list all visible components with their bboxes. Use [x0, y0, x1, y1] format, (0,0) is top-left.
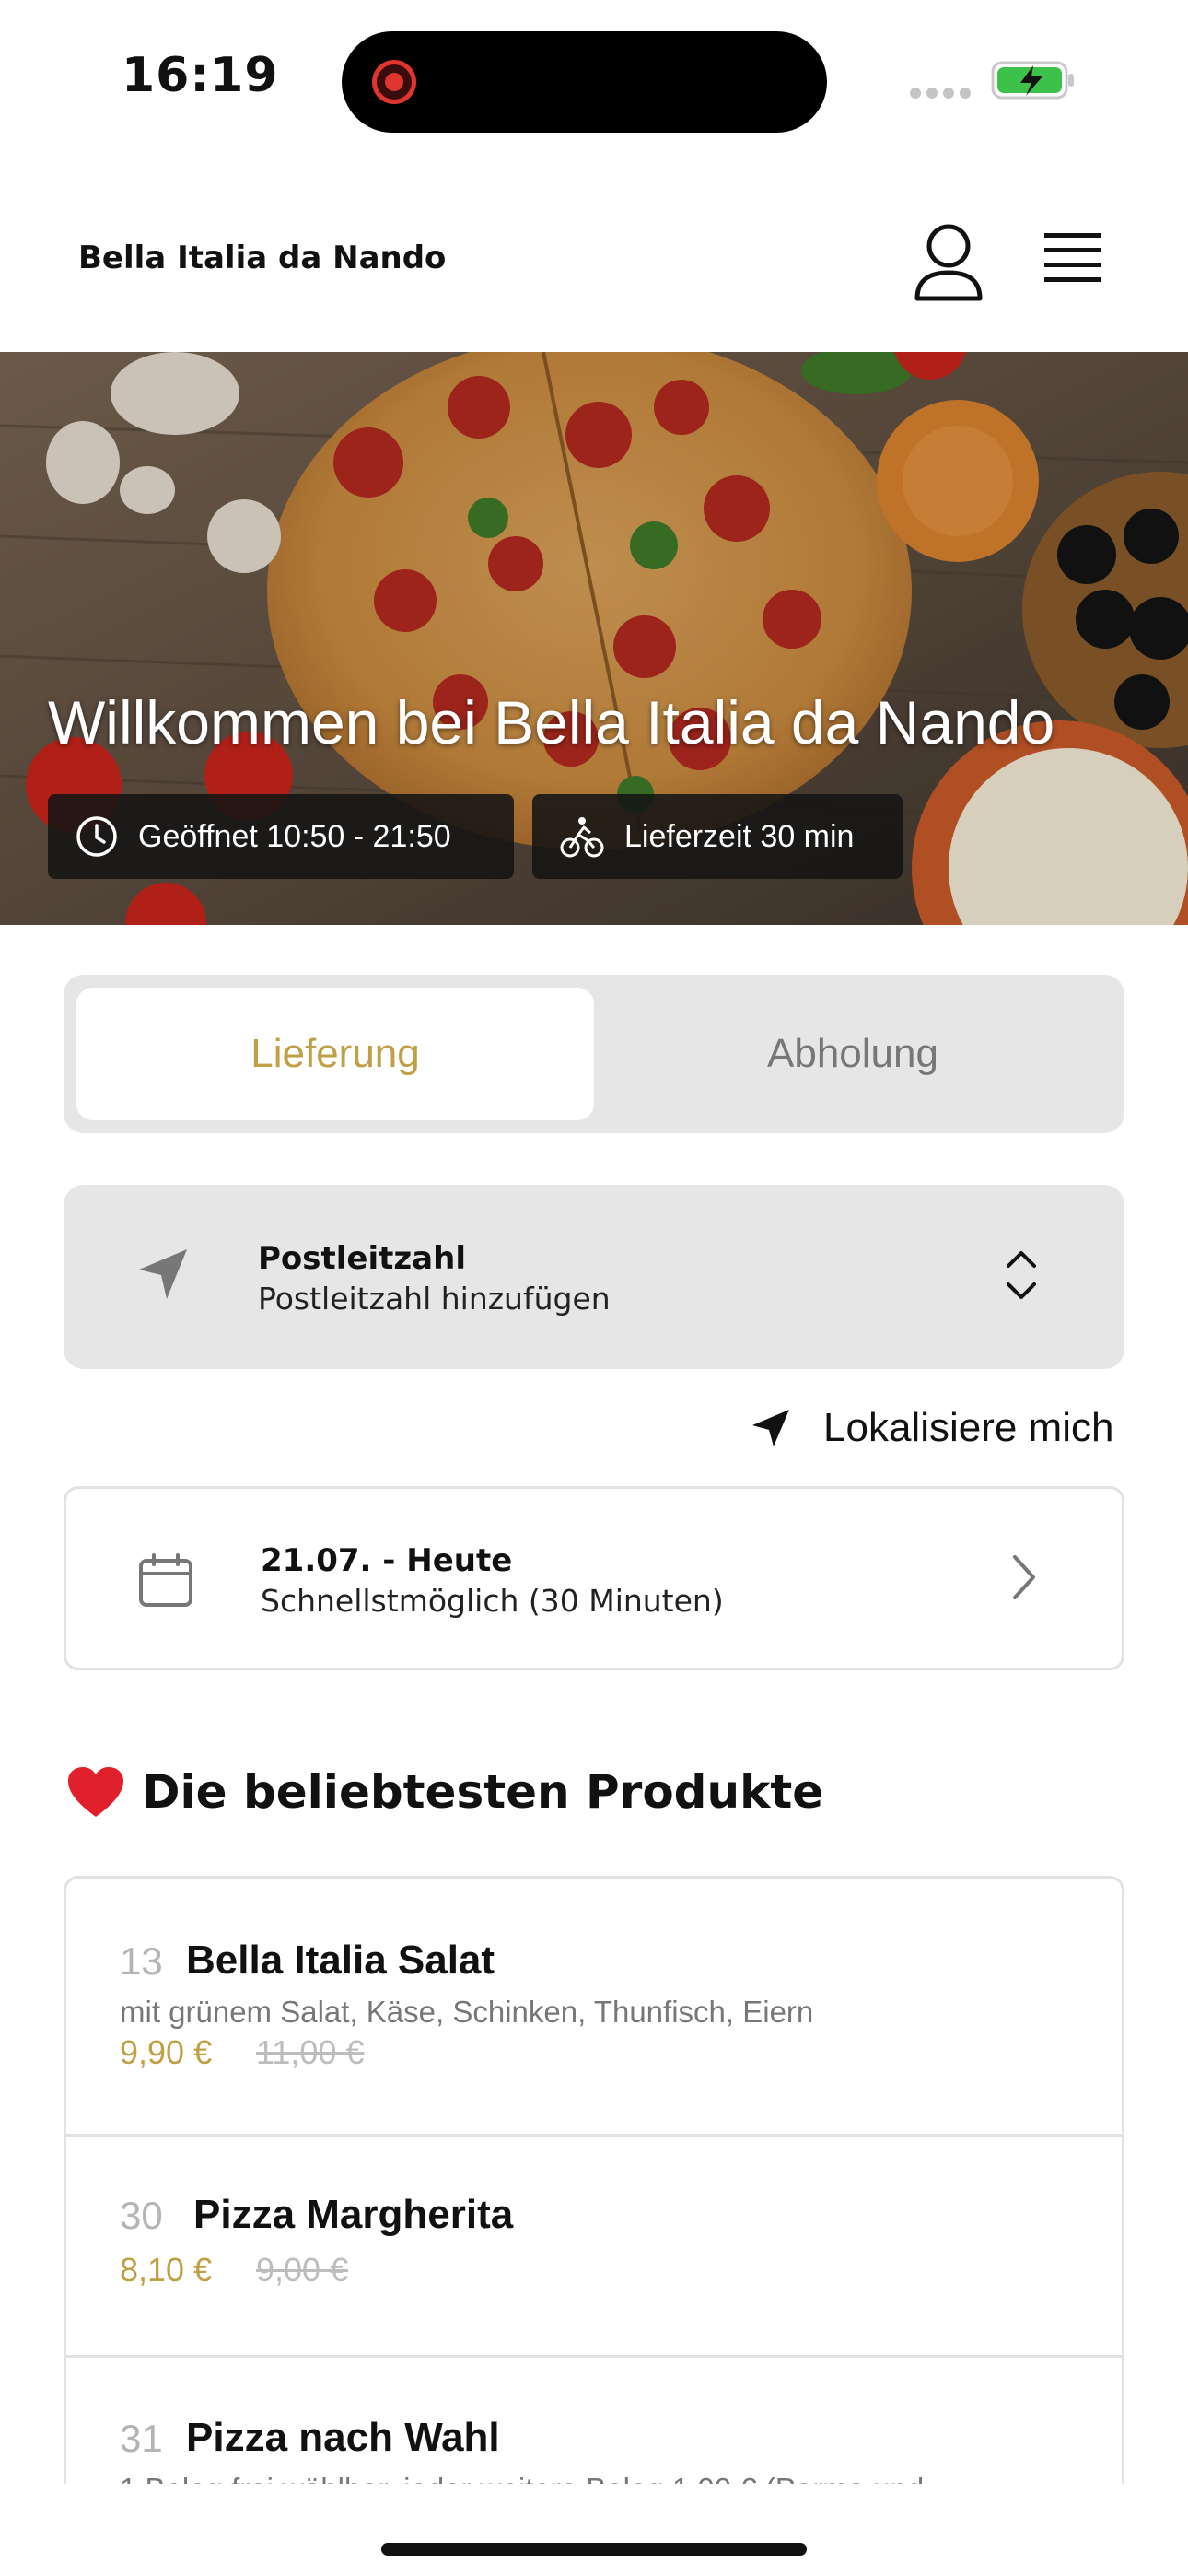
hero-banner: Willkommen bei Bella Italia da Nando Geö…: [0, 352, 1188, 925]
home-indicator[interactable]: [381, 2543, 807, 2556]
product-description: mit grünem Salat, Käse, Schinken, Thunfi…: [120, 1995, 814, 2029]
navigation-arrow-icon: [752, 1410, 789, 1446]
product-name: Bella Italia Salat: [186, 1938, 495, 1983]
postcode-input[interactable]: Postleitzahl hinzufügen: [258, 1281, 611, 1317]
order-mode-toggle: Lieferung Abholung: [64, 975, 1124, 1133]
chevron-up-down-icon: [1007, 1251, 1036, 1299]
opening-hours-text: Geöffnet 10:50 - 21:50: [138, 818, 451, 854]
postcode-label: Postleitzahl: [258, 1240, 466, 1277]
signal-icon: [910, 85, 976, 102]
recording-indicator-icon: [372, 60, 416, 104]
date-subtitle: Schnellstmöglich (30 Minuten): [261, 1583, 724, 1619]
popular-products-heading: Die beliebtesten Produkte: [66, 1765, 823, 1819]
status-bar: 16:19: [0, 0, 1188, 166]
app-header: Bella Italia da Nando: [0, 166, 1188, 350]
opening-hours-badge: Geöffnet 10:50 - 21:50: [48, 794, 514, 879]
locate-me-label: Lokalisiere mich: [823, 1405, 1114, 1450]
delivery-date-selector[interactable]: 21.07. - Heute Schnellstmöglich (30 Minu…: [64, 1486, 1124, 1670]
tab-delivery[interactable]: Lieferung: [76, 988, 594, 1120]
product-number: 31: [120, 2417, 163, 2460]
clock-icon: [76, 816, 117, 857]
restaurant-name[interactable]: Bella Italia da Nando: [78, 240, 446, 276]
location-arrow-icon: [139, 1249, 187, 1299]
dynamic-island: [342, 31, 827, 133]
product-price: 8,10 €: [120, 2251, 213, 2289]
locate-me-button[interactable]: Lokalisiere mich: [750, 1399, 1113, 1458]
product-item[interactable]: 13 Bella Italia Salat mit grünem Salat, …: [66, 1879, 1122, 2137]
heart-icon: [68, 1767, 123, 1817]
delivery-time-badge: Lieferzeit 30 min: [532, 794, 903, 879]
popular-products-title: Die beliebtesten Produkte: [142, 1765, 824, 1819]
product-name: Pizza nach Wahl: [186, 2415, 500, 2460]
tab-pickup[interactable]: Abholung: [594, 988, 1112, 1120]
product-number: 30: [120, 2194, 163, 2237]
product-price: 9,90 €: [120, 2033, 213, 2071]
product-old-price: 9,00 €: [256, 2251, 349, 2289]
popular-products-list: 13 Bella Italia Salat mit grünem Salat, …: [64, 1876, 1124, 2484]
product-item[interactable]: 30 Pizza Margherita 8,10 € 9,00 €: [66, 2137, 1122, 2358]
hamburger-menu-icon[interactable]: [1041, 225, 1105, 289]
status-time: 16:19: [122, 48, 279, 103]
product-number: 13: [120, 1939, 163, 1983]
hero-title: Willkommen bei Bella Italia da Nando: [48, 688, 1055, 756]
product-item[interactable]: 31 Pizza nach Wahl 1 Belag frei wählbar,…: [66, 2358, 1122, 2484]
chevron-right-icon: [1013, 1555, 1035, 1599]
calendar-icon: [139, 1553, 192, 1607]
product-old-price: 11,00 €: [256, 2033, 365, 2071]
delivery-time-text: Lieferzeit 30 min: [624, 818, 855, 854]
postcode-selector[interactable]: Postleitzahl Postleitzahl hinzufügen: [64, 1185, 1124, 1369]
product-name: Pizza Margherita: [193, 2192, 514, 2237]
user-account-icon[interactable]: [912, 221, 985, 304]
date-title: 21.07. - Heute: [261, 1542, 513, 1579]
battery-charging-icon: [991, 61, 1074, 100]
product-description: 1 Belag frei wählbar, jeder weitere Bela…: [120, 2472, 924, 2484]
delivery-bike-icon: [560, 817, 604, 858]
